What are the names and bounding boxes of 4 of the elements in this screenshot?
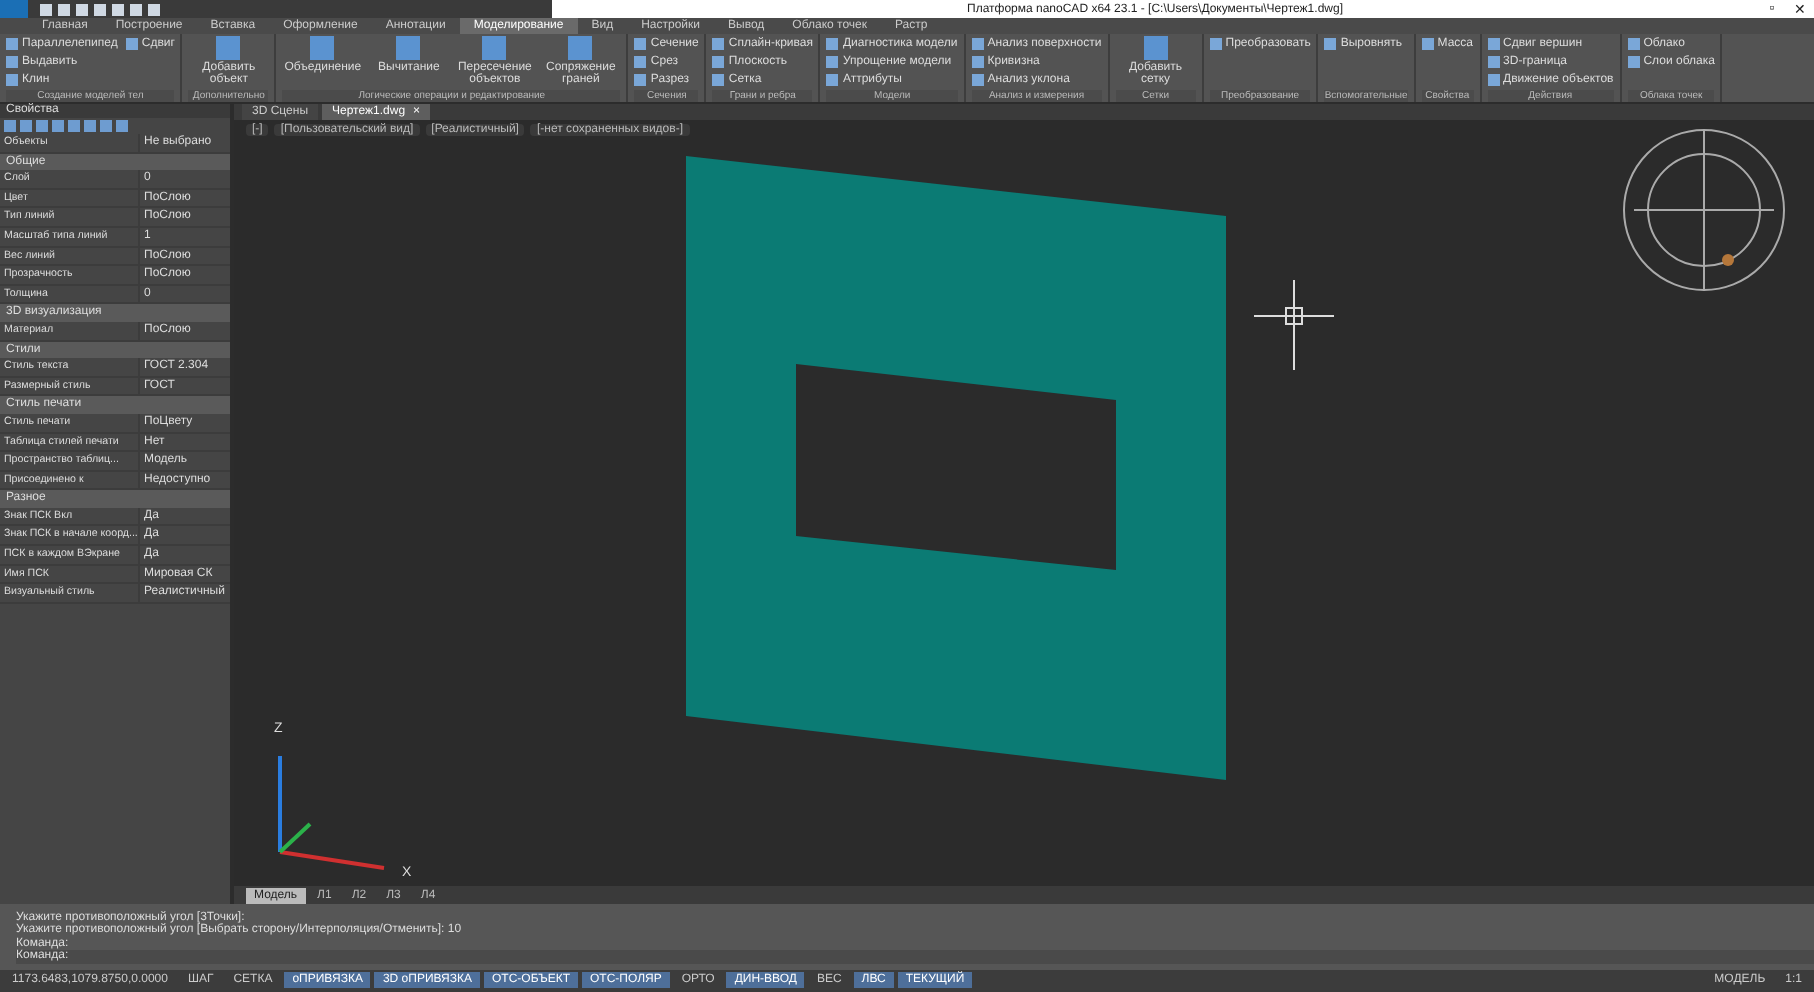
app-logo-icon (0, 0, 28, 18)
crosshair-cursor-icon (1253, 279, 1335, 371)
ucs-axes-icon (278, 756, 385, 870)
compass-icon[interactable] (1623, 129, 1785, 291)
